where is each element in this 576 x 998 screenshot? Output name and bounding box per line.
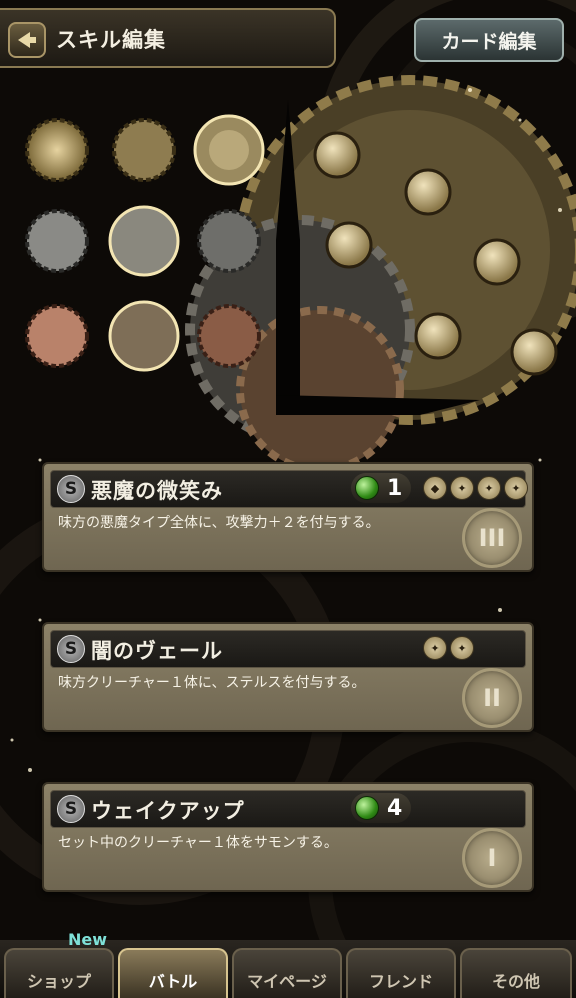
skill-slot-gold-2[interactable] bbox=[114, 120, 174, 180]
skill-rank-badge: S bbox=[57, 475, 85, 503]
skill-slot-bronze-2[interactable] bbox=[110, 302, 178, 370]
card-edit-button[interactable]: カード編集 bbox=[414, 18, 564, 62]
skill-slot-bronze-1[interactable] bbox=[27, 306, 87, 366]
skill-cost: 4 bbox=[351, 793, 411, 823]
skill-card[interactable]: S 悪魔の微笑み 1 ◆ ✦ ✦ ✦ 味方の悪魔タイプ全体に、攻撃力＋２を付与す… bbox=[42, 462, 534, 572]
skill-slot-silver-2[interactable] bbox=[110, 207, 178, 275]
skill-level-badge: I bbox=[462, 828, 522, 888]
skill-cost-value: 4 bbox=[387, 795, 403, 821]
skill-header: S 闇のヴェール ✦ ✦ bbox=[50, 630, 526, 668]
skill-name: 闇のヴェール bbox=[91, 639, 223, 663]
skill-slot-gold-1[interactable] bbox=[27, 120, 87, 180]
demon-wing-token-icon: ✦ bbox=[450, 636, 474, 660]
header-bar bbox=[0, 8, 336, 68]
skill-rank-badge: S bbox=[57, 795, 85, 823]
skill-slot-silver-1[interactable] bbox=[27, 211, 87, 271]
skill-level-badge: II bbox=[462, 668, 522, 728]
skill-cost-value: 1 bbox=[387, 475, 403, 501]
tab-mypage[interactable]: マイページ bbox=[232, 948, 342, 998]
skill-slot-bronze-3[interactable] bbox=[199, 306, 259, 366]
back-arrow-icon bbox=[18, 32, 36, 48]
back-button[interactable] bbox=[8, 22, 46, 58]
new-tag: New bbox=[68, 930, 108, 949]
tab-shop[interactable]: ショップ bbox=[4, 948, 114, 998]
skill-name: 悪魔の微笑み bbox=[91, 479, 223, 503]
skill-slot-silver-3[interactable] bbox=[199, 211, 259, 271]
tab-friend[interactable]: フレンド bbox=[346, 948, 456, 998]
demon-wing-token-icon: ✦ bbox=[423, 636, 447, 660]
diamond-token-icon: ◆ bbox=[423, 476, 447, 500]
tab-other[interactable]: その他 bbox=[460, 948, 572, 998]
skill-rank-badge: S bbox=[57, 635, 85, 663]
skill-cost: 1 bbox=[351, 473, 411, 503]
skill-token-list: ◆ ✦ ✦ ✦ bbox=[423, 476, 528, 500]
skill-header: S 悪魔の微笑み 1 ◆ ✦ ✦ ✦ bbox=[50, 470, 528, 508]
skill-level-badge: III bbox=[462, 508, 522, 568]
demon-wing-token-icon: ✦ bbox=[477, 476, 501, 500]
skill-grid bbox=[20, 110, 270, 380]
page-title: スキル編集 bbox=[56, 28, 166, 52]
green-gem-icon bbox=[355, 796, 379, 820]
skill-token-list: ✦ ✦ bbox=[423, 636, 474, 660]
skill-description: 味方クリーチャー１体に、ステルスを付与する。 bbox=[58, 675, 366, 691]
skill-card[interactable]: S 闇のヴェール ✦ ✦ 味方クリーチャー１体に、ステルスを付与する。 II bbox=[42, 622, 534, 732]
demon-wing-token-icon: ✦ bbox=[504, 476, 528, 500]
demon-wing-token-icon: ✦ bbox=[450, 476, 474, 500]
skill-card[interactable]: S ウェイクアップ 4 セット中のクリーチャー１体をサモンする。 I bbox=[42, 782, 534, 892]
skill-header: S ウェイクアップ 4 bbox=[50, 790, 526, 828]
skill-slot-gold-3[interactable] bbox=[195, 116, 263, 184]
tab-battle[interactable]: バトル bbox=[118, 948, 228, 998]
skill-description: 味方の悪魔タイプ全体に、攻撃力＋２を付与する。 bbox=[58, 515, 380, 531]
green-gem-icon bbox=[355, 476, 379, 500]
skill-description: セット中のクリーチャー１体をサモンする。 bbox=[58, 835, 338, 851]
skill-name: ウェイクアップ bbox=[91, 799, 245, 823]
